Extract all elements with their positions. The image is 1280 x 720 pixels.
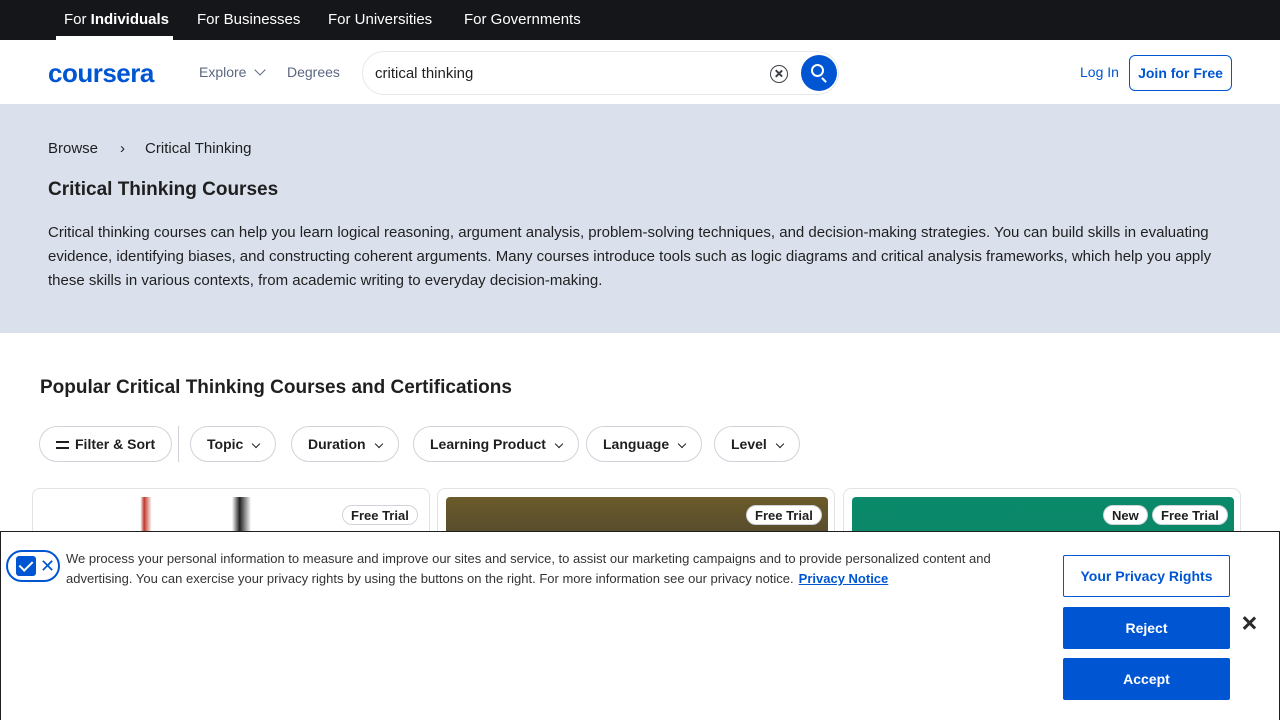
tab-governments[interactable]: For Governments bbox=[464, 0, 581, 40]
filter-divider bbox=[178, 426, 179, 462]
free-trial-badge: Free Trial bbox=[746, 505, 822, 525]
breadcrumb-separator-icon: › bbox=[120, 140, 126, 157]
chevron-down-icon bbox=[677, 439, 687, 449]
accept-button[interactable]: Accept bbox=[1063, 658, 1230, 700]
chevron-down-icon bbox=[775, 439, 785, 449]
privacy-rights-button[interactable]: Your Privacy Rights bbox=[1063, 555, 1230, 597]
join-for-free-button[interactable]: Join for Free bbox=[1129, 55, 1232, 91]
filter-language[interactable]: Language bbox=[586, 426, 703, 462]
clear-search-icon[interactable] bbox=[770, 65, 788, 83]
chevron-down-icon bbox=[554, 439, 564, 449]
sliders-icon bbox=[56, 438, 69, 450]
filter-duration-label: Duration bbox=[308, 436, 366, 452]
check-icon bbox=[16, 556, 36, 576]
breadcrumb-browse[interactable]: Browse bbox=[48, 140, 98, 157]
chevron-down-icon bbox=[374, 439, 383, 449]
filter-topic[interactable]: Topic bbox=[190, 426, 277, 462]
coursera-logo[interactable]: coursera bbox=[48, 58, 154, 89]
login-link[interactable]: Log In bbox=[1080, 64, 1119, 80]
reject-button[interactable]: Reject bbox=[1063, 607, 1230, 649]
filter-learning-product-label: Learning Product bbox=[430, 436, 546, 452]
new-badge: New bbox=[1103, 505, 1148, 525]
page-title: Critical Thinking Courses bbox=[48, 179, 279, 200]
tab-individuals-label: Individuals bbox=[90, 11, 170, 28]
section-title: Popular Critical Thinking Courses and Ce… bbox=[40, 377, 512, 398]
chevron-down-icon bbox=[254, 64, 267, 76]
cookie-message: We process your personal information to … bbox=[66, 549, 1036, 589]
privacy-notice-link[interactable]: Privacy Notice bbox=[799, 571, 889, 586]
filter-sort-button[interactable]: Filter & Sort bbox=[39, 426, 173, 462]
filter-sort-label: Filter & Sort bbox=[75, 436, 156, 452]
tab-businesses[interactable]: For Businesses bbox=[197, 0, 300, 40]
search-bar bbox=[362, 51, 839, 95]
filter-level[interactable]: Level bbox=[714, 426, 800, 462]
search-button[interactable] bbox=[801, 55, 837, 91]
breadcrumb: Browse › Critical Thinking bbox=[48, 140, 251, 157]
free-trial-badge: Free Trial bbox=[342, 505, 418, 525]
hero-banner: Browse › Critical Thinking Critical Thinki… bbox=[0, 104, 1280, 333]
tab-individuals-prefix: For bbox=[64, 11, 91, 28]
filter-level-label: Level bbox=[731, 436, 767, 452]
tab-universities[interactable]: For Universities bbox=[328, 0, 432, 40]
close-icon[interactable] bbox=[1239, 613, 1259, 633]
search-input[interactable] bbox=[375, 52, 755, 94]
cookie-banner: ✕ We process your personal information t… bbox=[0, 531, 1280, 720]
breadcrumb-critical-thinking[interactable]: Critical Thinking bbox=[145, 140, 251, 157]
search-icon bbox=[811, 64, 824, 77]
explore-label: Explore bbox=[199, 64, 247, 80]
filter-duration[interactable]: Duration bbox=[291, 426, 399, 462]
filter-learning-product[interactable]: Learning Product bbox=[413, 426, 579, 462]
filter-topic-label: Topic bbox=[207, 436, 244, 452]
free-trial-badge: Free Trial bbox=[1152, 505, 1228, 525]
site-header: coursera Explore Degrees Log In Join for… bbox=[0, 40, 1280, 104]
filter-language-label: Language bbox=[603, 436, 670, 452]
page-description: Critical thinking courses can help you l… bbox=[48, 224, 1212, 289]
x-icon: ✕ bbox=[40, 556, 56, 576]
tab-individuals[interactable]: For Individuals bbox=[64, 0, 169, 40]
chevron-down-icon bbox=[252, 439, 261, 449]
audience-bar: For Individuals For Businesses For Unive… bbox=[0, 0, 1280, 40]
explore-menu[interactable]: Explore bbox=[199, 64, 267, 80]
degrees-link[interactable]: Degrees bbox=[287, 64, 340, 80]
privacy-choices-icon: ✕ bbox=[6, 550, 60, 582]
